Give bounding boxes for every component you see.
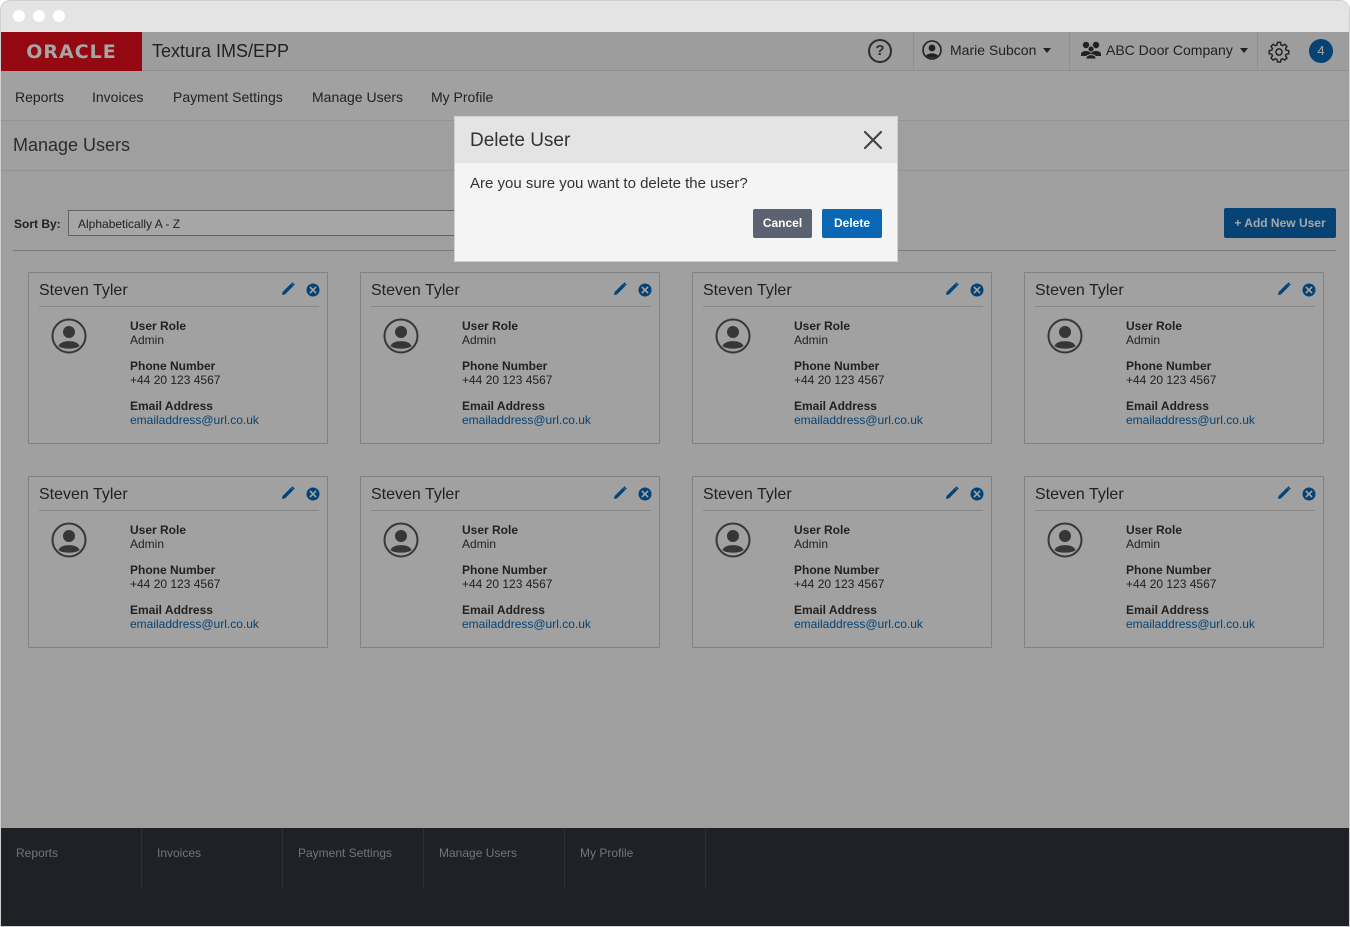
close-icon[interactable] (863, 130, 883, 150)
dialog-title: Delete User (470, 130, 571, 151)
window-titlebar (1, 1, 1349, 32)
window-minimize-dot[interactable] (33, 10, 45, 22)
dialog-header: Delete User (455, 117, 897, 163)
window-close-dot[interactable] (13, 10, 25, 22)
app-window: ORACLE Textura IMS/EPP ? Marie Subcon AB… (0, 0, 1350, 927)
delete-user-dialog: Delete User Are you sure you want to del… (454, 116, 898, 262)
window-maximize-dot[interactable] (53, 10, 65, 22)
dialog-message: Are you sure you want to delete the user… (470, 175, 748, 192)
delete-button[interactable]: Delete (822, 209, 882, 238)
cancel-button[interactable]: Cancel (753, 209, 812, 238)
